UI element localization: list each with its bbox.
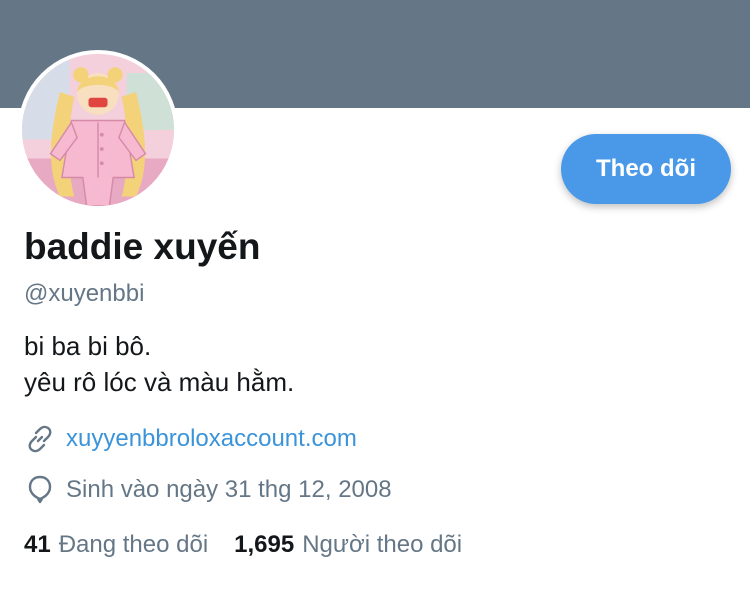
balloon-icon [28,475,52,504]
username-handle: @xuyenbbi [24,280,145,307]
link-icon [28,425,52,453]
birthday-row: Sinh vào ngày 31 thg 12, 2008 [24,474,392,506]
followers-count: 1,695 [234,531,295,558]
display-name: baddie xuyến [24,226,261,267]
followers-label: Người theo dõi [302,531,463,558]
avatar[interactable] [18,50,178,210]
avatar-image [22,54,174,206]
following-label: Đang theo dõi [58,531,209,558]
follow-button[interactable]: Theo dõi [561,134,731,204]
bio: bi ba bi bô. yêu rô lóc và màu hằm. [24,328,294,400]
birthday-text: Sinh vào ngày 31 thg 12, 2008 [66,476,392,503]
followers-stat[interactable]: 1,695 Người theo dõi [234,531,462,559]
website-row: xuyyenbbroloxaccount.com [24,423,357,455]
bio-line: bi ba bi bô. [24,331,152,361]
profile-stats: 41 Đang theo dõi 1,695 Người theo dõi [24,531,462,559]
following-count: 41 [24,531,51,558]
following-stat[interactable]: 41 Đang theo dõi [24,531,208,559]
website-link[interactable]: xuyyenbbroloxaccount.com [66,425,357,453]
bio-line: yêu rô lóc và màu hằm. [24,367,295,397]
